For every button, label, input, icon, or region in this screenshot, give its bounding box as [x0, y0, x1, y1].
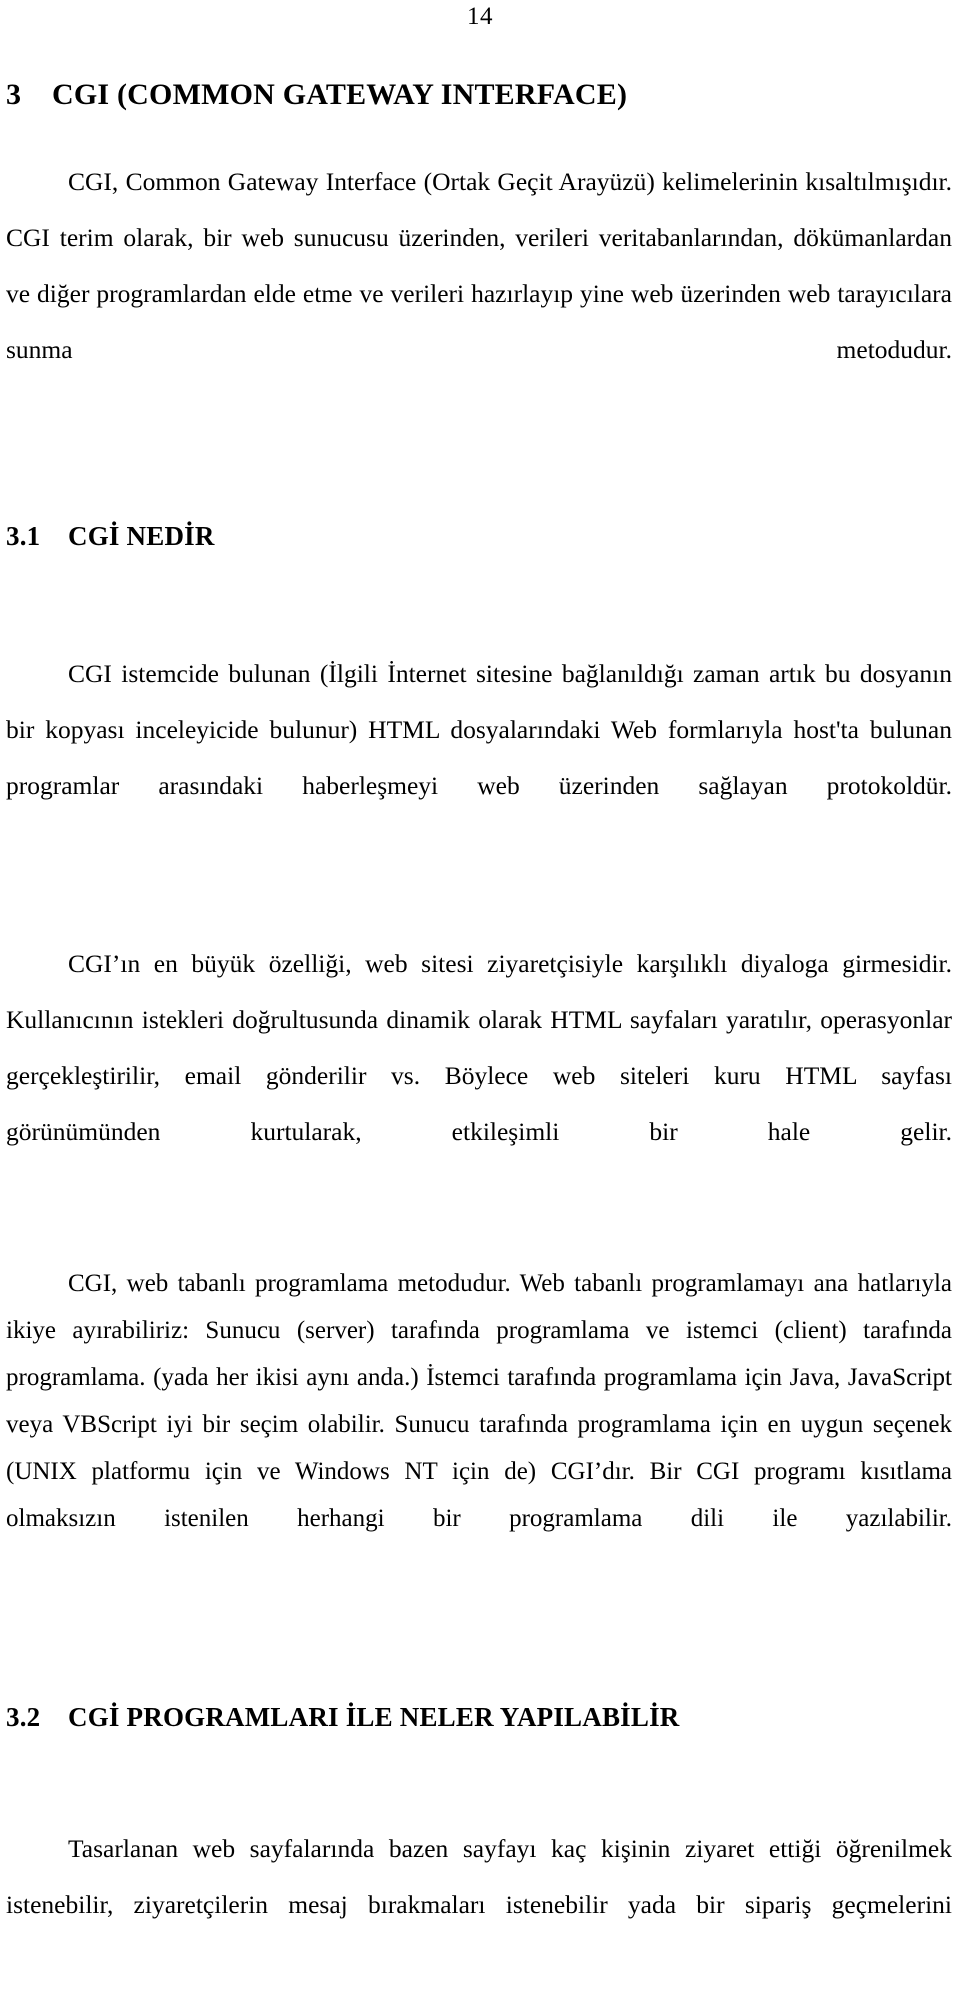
section-heading-3-2: 3.2 CGİ PROGRAMLARI İLE NELER YAPILABİLİ…	[6, 1699, 952, 1735]
page-content: 3 CGI (COMMON GATEWAY INTERFACE) CGI, Co…	[6, 76, 952, 1989]
paragraph-cgi-definition: CGI istemcide bulunan (İlgili İnternet s…	[6, 659, 952, 800]
section-heading-3-1: 3.1 CGİ NEDİR	[6, 518, 952, 554]
paragraph-intro: CGI, Common Gateway Interface (Ortak Geç…	[6, 167, 952, 364]
paragraph-web-programming: CGI, web tabanlı programlama metodudur. …	[6, 1270, 952, 1532]
section-heading-3-2-title: CGİ PROGRAMLARI İLE NELER YAPILABİLİR	[68, 1702, 680, 1732]
section-heading-3-title: CGI (COMMON GATEWAY INTERFACE)	[52, 78, 628, 111]
section-heading-3-2-number: 3.2	[6, 1702, 41, 1732]
document-page: 14 3 CGI (COMMON GATEWAY INTERFACE) CGI,…	[0, 0, 960, 1919]
section-heading-3-1-number: 3.1	[6, 521, 41, 551]
paragraph-cgi-capabilities: Tasarlanan web sayfalarında bazen sayfay…	[6, 1834, 952, 1919]
section-heading-3-number: 3	[6, 78, 22, 111]
section-heading-3: 3 CGI (COMMON GATEWAY INTERFACE)	[6, 76, 952, 114]
page-number: 14	[467, 3, 493, 30]
section-heading-3-1-title: CGİ NEDİR	[68, 521, 215, 551]
paragraph-cgi-features: CGI’ın en büyük özelliği, web sitesi ziy…	[6, 949, 952, 1146]
